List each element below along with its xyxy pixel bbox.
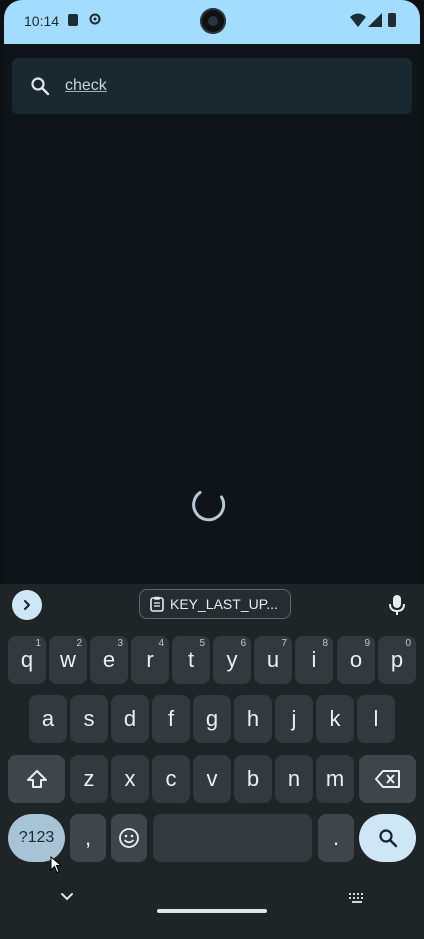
- clipboard-suggestion-chip[interactable]: KEY_LAST_UP...: [139, 589, 291, 619]
- signal-icon: [368, 13, 382, 27]
- clipboard-chip-label: KEY_LAST_UP...: [170, 596, 278, 612]
- key-r[interactable]: r4: [131, 636, 169, 684]
- hide-keyboard-chevron-icon[interactable]: [60, 892, 74, 902]
- status-bar: 10:14: [4, 0, 420, 44]
- key-o[interactable]: o9: [337, 636, 375, 684]
- key-n[interactable]: n: [275, 755, 313, 803]
- key-t[interactable]: t5: [172, 636, 210, 684]
- key-j[interactable]: j: [275, 695, 313, 743]
- sim-card-icon: [68, 14, 78, 26]
- key-p[interactable]: p0: [378, 636, 416, 684]
- key-z[interactable]: z: [70, 755, 108, 803]
- key-w[interactable]: w2: [49, 636, 87, 684]
- key-x[interactable]: x: [111, 755, 149, 803]
- key-f[interactable]: f: [152, 695, 190, 743]
- front-camera: [200, 8, 226, 34]
- loading-spinner: [192, 491, 226, 522]
- space-key[interactable]: [153, 814, 312, 862]
- key-i[interactable]: i8: [295, 636, 333, 684]
- search-bar[interactable]: check: [12, 58, 412, 114]
- key-h[interactable]: h: [234, 695, 272, 743]
- keyboard-switch-icon[interactable]: [348, 892, 366, 904]
- emoji-key[interactable]: [111, 814, 147, 862]
- battery-icon: [388, 13, 396, 27]
- search-icon: [31, 77, 50, 96]
- key-y[interactable]: y6: [213, 636, 251, 684]
- gear-icon: [89, 13, 101, 25]
- emoji-icon: [119, 828, 139, 848]
- clipboard-icon: [150, 596, 164, 612]
- key-a[interactable]: a: [29, 695, 67, 743]
- status-time: 10:14: [24, 13, 60, 29]
- search-icon: [378, 829, 397, 848]
- key-d[interactable]: d: [111, 695, 149, 743]
- shift-key[interactable]: [8, 755, 65, 803]
- backspace-key[interactable]: [359, 755, 416, 803]
- mouse-cursor-icon: [50, 856, 62, 874]
- home-gesture-bar[interactable]: [157, 909, 267, 913]
- key-g[interactable]: g: [193, 695, 231, 743]
- period-key[interactable]: .: [318, 814, 354, 862]
- microphone-icon[interactable]: [388, 594, 406, 616]
- key-m[interactable]: m: [316, 755, 354, 803]
- key-e[interactable]: e3: [90, 636, 128, 684]
- key-s[interactable]: s: [70, 695, 108, 743]
- key-k[interactable]: k: [316, 695, 354, 743]
- backspace-icon: [374, 770, 400, 788]
- comma-key[interactable]: ,: [70, 814, 106, 862]
- key-b[interactable]: b: [234, 755, 272, 803]
- search-input[interactable]: check: [65, 77, 107, 95]
- wifi-icon: [350, 13, 366, 27]
- chevron-right-icon: [24, 600, 30, 610]
- shift-icon: [26, 770, 47, 788]
- key-l[interactable]: l: [357, 695, 395, 743]
- keyboard-expand-button[interactable]: [12, 590, 42, 620]
- search-action-key[interactable]: [359, 814, 416, 862]
- key-u[interactable]: u7: [254, 636, 292, 684]
- key-q[interactable]: q1: [8, 636, 46, 684]
- symbols-key[interactable]: ?123: [8, 814, 65, 862]
- key-c[interactable]: c: [152, 755, 190, 803]
- key-v[interactable]: v: [193, 755, 231, 803]
